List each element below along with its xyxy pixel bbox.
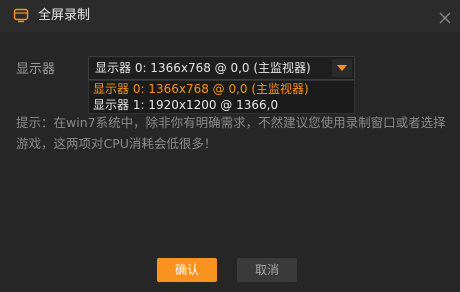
display-option[interactable]: 显示器 0: 1366x768 @ 0,0 (主监视器) xyxy=(93,82,309,97)
dialog-title: 全屏录制 xyxy=(38,8,91,23)
title-bar[interactable]: 全屏录制 xyxy=(0,0,460,32)
confirm-button[interactable]: 确认 xyxy=(157,258,217,282)
display-label: 显示器 xyxy=(16,62,56,77)
display-option[interactable]: 显示器 1: 1920x1200 @ 1366,0 xyxy=(93,98,278,113)
display-select[interactable]: 显示器 0: 1366x768 @ 0,0 (主监视器) xyxy=(88,56,355,80)
display-select-value: 显示器 0: 1366x768 @ 0,0 (主监视器) xyxy=(95,61,311,75)
close-icon[interactable] xyxy=(438,10,452,24)
fullscreen-record-dialog: 全屏录制 显示器 显示器 0: 1366x768 @ 0,0 (主监视器) 显示… xyxy=(0,0,460,292)
display-dropdown-list: 显示器 0: 1366x768 @ 0,0 (主监视器) 显示器 1: 1920… xyxy=(88,80,355,114)
monitor-icon xyxy=(13,7,29,23)
chevron-down-icon[interactable] xyxy=(332,59,352,77)
cancel-button[interactable]: 取消 xyxy=(237,258,297,282)
tip-text: 提示：在win7系统中，除非你有明确需求，不然建议您使用录制窗口或者选择游戏，这… xyxy=(16,115,446,151)
